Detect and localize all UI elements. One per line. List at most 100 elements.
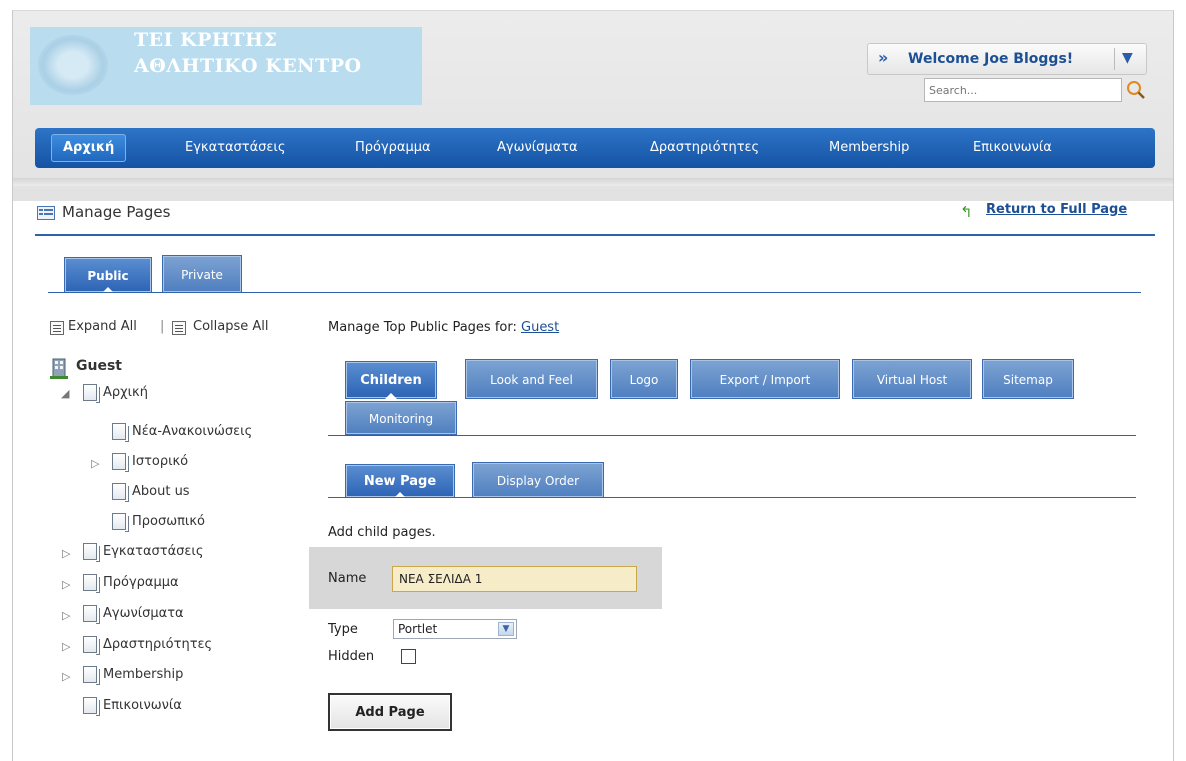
tab-new-page-label: New Page xyxy=(363,474,437,489)
name-input[interactable] xyxy=(392,566,637,592)
page-icon xyxy=(83,636,100,655)
tab-export-import[interactable]: Export / Import xyxy=(690,359,840,399)
tree-item[interactable]: About us xyxy=(132,484,190,499)
portlet-title: Manage Pages xyxy=(62,203,171,221)
tools-separator: | xyxy=(160,319,165,334)
tree-item[interactable]: Επικοινωνία xyxy=(103,698,182,713)
user-menu[interactable]: » Welcome Joe Bloggs! ▼ xyxy=(867,43,1147,75)
page-icon xyxy=(83,384,100,403)
nav-item-facilities[interactable]: Εγκαταστάσεις xyxy=(185,128,285,168)
search-icon[interactable] xyxy=(1126,80,1146,100)
tab-export-import-label: Export / Import xyxy=(719,373,811,387)
guest-link[interactable]: Guest xyxy=(521,320,559,335)
tree-toggle-collapsed[interactable]: ▷ xyxy=(62,609,70,622)
nav-item-contact[interactable]: Επικοινωνία xyxy=(973,128,1052,168)
nav-item-schedule[interactable]: Πρόγραμμα xyxy=(355,128,431,168)
tree-item[interactable]: Δραστηριότητες xyxy=(103,637,212,652)
manage-pages-icon xyxy=(37,206,55,220)
page-icon xyxy=(83,574,100,593)
tab-display-order-label: Display Order xyxy=(496,474,580,488)
chevron-down-icon: ▼ xyxy=(498,622,514,636)
tab-monitoring-label: Monitoring xyxy=(368,412,434,426)
collapse-all-link[interactable]: Collapse All xyxy=(193,319,269,334)
manage-heading-prefix: Manage Top Public Pages for: xyxy=(328,320,517,335)
tab-private[interactable]: Private xyxy=(162,255,242,293)
tab-private-label: Private xyxy=(181,268,223,282)
page-icon xyxy=(112,423,129,442)
hidden-checkbox[interactable] xyxy=(401,649,416,664)
type-select-value: Portlet xyxy=(398,622,438,636)
section-tabs-divider xyxy=(328,435,1136,436)
tree-item[interactable]: Ιστορικό xyxy=(132,454,188,469)
manage-heading: Manage Top Public Pages for: Guest xyxy=(328,320,559,335)
nav-item-home[interactable]: Αρχική xyxy=(51,134,127,162)
nav-item-sports[interactable]: Αγωνίσματα xyxy=(497,128,578,168)
tab-virtual-host-label: Virtual Host xyxy=(876,373,948,387)
tree-root[interactable]: Guest xyxy=(76,358,122,374)
name-label: Name xyxy=(328,571,367,586)
return-arrow-icon: ↰ xyxy=(960,203,973,221)
main-nav: Αρχική Εγκαταστάσεις Πρόγραμμα Αγωνίσματ… xyxy=(35,128,1155,168)
active-tab-notch xyxy=(385,393,397,399)
page-icon xyxy=(83,543,100,562)
tree-toggle-collapsed[interactable]: ▷ xyxy=(62,640,70,653)
sub-tabs-divider xyxy=(328,497,1136,498)
tab-sitemap-label: Sitemap xyxy=(1003,373,1053,387)
building-icon xyxy=(50,358,68,379)
tree-toggle-collapsed[interactable]: ▷ xyxy=(62,578,70,591)
tree-item[interactable]: Αγωνίσματα xyxy=(103,606,184,621)
caret-down-icon[interactable]: ▼ xyxy=(1122,50,1133,66)
collapse-all-icon[interactable] xyxy=(172,321,186,335)
page-icon xyxy=(112,483,129,502)
expand-all-link[interactable]: Expand All xyxy=(68,319,137,334)
tab-display-order[interactable]: Display Order xyxy=(472,462,604,498)
page-icon xyxy=(83,605,100,624)
tree-item[interactable]: Προσωπικό xyxy=(132,514,205,529)
page-icon xyxy=(112,513,129,532)
logo-title-line1: ΤΕΙ ΚΡΗΤΗΣ xyxy=(134,29,278,51)
header-shadow xyxy=(13,178,1173,186)
type-select[interactable]: Portlet ▼ xyxy=(393,619,517,639)
tab-logo-label: Logo xyxy=(629,373,659,387)
tree-item[interactable]: Πρόγραμμα xyxy=(103,575,179,590)
tree-toggle-expanded[interactable]: ◢ xyxy=(61,387,69,400)
return-to-full-page-link[interactable]: Return to Full Page xyxy=(986,202,1127,217)
tree-item[interactable]: Membership xyxy=(103,667,183,682)
tab-monitoring[interactable]: Monitoring xyxy=(345,401,457,435)
hidden-label: Hidden xyxy=(328,649,375,664)
double-chevron-icon: » xyxy=(878,48,889,67)
tree-toggle-collapsed[interactable]: ▷ xyxy=(91,457,99,470)
tree-toggle-collapsed[interactable]: ▷ xyxy=(62,547,70,560)
nav-item-membership[interactable]: Membership xyxy=(829,128,909,168)
page-icon xyxy=(83,666,100,685)
type-label: Type xyxy=(328,622,358,637)
nav-item-activities[interactable]: Δραστηριότητες xyxy=(650,128,759,168)
tab-public[interactable]: Public xyxy=(64,257,152,293)
tree-item[interactable]: Αρχική xyxy=(103,385,148,400)
welcome-text: Welcome Joe Bloggs! xyxy=(908,51,1074,67)
tab-look-and-feel[interactable]: Look and Feel xyxy=(465,359,598,399)
search-input[interactable] xyxy=(924,78,1122,102)
page-icon xyxy=(112,453,129,472)
tab-logo[interactable]: Logo xyxy=(610,359,678,399)
university-seal-icon xyxy=(38,35,108,95)
tab-children-label: Children xyxy=(360,373,422,388)
tab-children[interactable]: Children xyxy=(345,361,437,399)
logo-title-line2: ΑΘΛΗΤΙΚΟ ΚΕΝΤΡΟ xyxy=(134,55,362,77)
form-intro: Add child pages. xyxy=(328,525,436,540)
tab-new-page[interactable]: New Page xyxy=(345,464,455,498)
site-logo[interactable]: ΤΕΙ ΚΡΗΤΗΣ ΑΘΛΗΤΙΚΟ ΚΕΝΤΡΟ xyxy=(30,27,422,105)
page-icon xyxy=(83,697,100,716)
tabs-divider xyxy=(48,292,1141,293)
add-page-button[interactable]: Add Page xyxy=(328,693,452,731)
tree-item[interactable]: Νέα-Ανακοινώσεις xyxy=(132,424,252,439)
tree-item[interactable]: Εγκαταστάσεις xyxy=(103,544,203,559)
tab-sitemap[interactable]: Sitemap xyxy=(982,359,1074,399)
tree-toggle-collapsed[interactable]: ▷ xyxy=(62,670,70,683)
tab-public-label: Public xyxy=(87,269,129,283)
tab-look-and-feel-label: Look and Feel xyxy=(490,373,573,387)
title-divider xyxy=(35,234,1155,236)
divider xyxy=(1114,48,1115,70)
tab-virtual-host[interactable]: Virtual Host xyxy=(852,359,972,399)
expand-all-icon[interactable] xyxy=(50,321,64,335)
